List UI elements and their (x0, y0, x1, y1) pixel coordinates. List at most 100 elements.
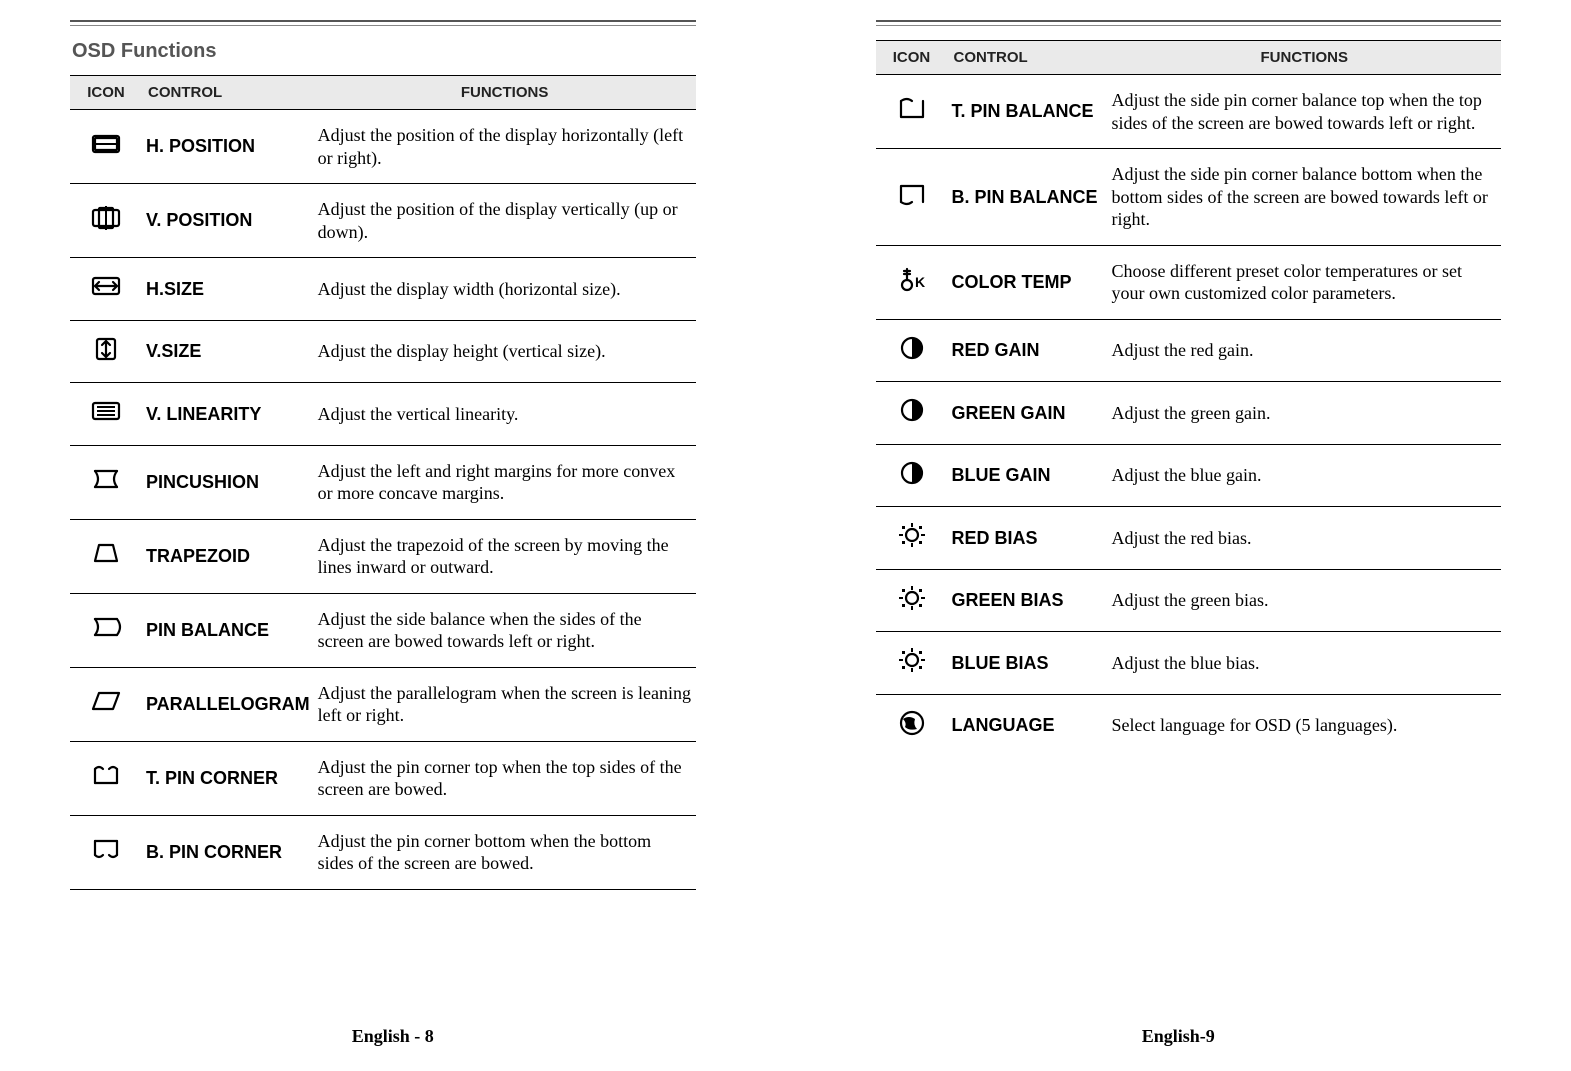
parallelogram-icon (70, 667, 142, 741)
table-row: GREEN GAINAdjust the green gain. (876, 382, 1502, 445)
b-pin-balance-icon (876, 149, 948, 246)
v-linearity-icon (70, 383, 142, 446)
function-desc: Adjust the display width (horizontal siz… (314, 258, 696, 321)
function-desc: Adjust the vertical linearity. (314, 383, 696, 446)
table-row: TRAPEZOIDAdjust the trapezoid of the scr… (70, 519, 696, 593)
red-gain-icon (876, 319, 948, 382)
function-desc: Adjust the side pin corner balance top w… (1108, 75, 1502, 149)
control-label: H.SIZE (142, 258, 314, 321)
control-label: PINCUSHION (142, 445, 314, 519)
function-desc: Adjust the position of the display horiz… (314, 110, 696, 184)
red-bias-icon (876, 507, 948, 570)
function-desc: Adjust the pin corner top when the top s… (314, 741, 696, 815)
v-position-icon (70, 184, 142, 258)
table-header-row: ICON CONTROL FUNCTIONS (70, 76, 696, 110)
function-desc: Adjust the parallelogram when the screen… (314, 667, 696, 741)
h-position-icon (70, 110, 142, 184)
table-row: V. POSITIONAdjust the position of the di… (70, 184, 696, 258)
right-page: ICON CONTROL FUNCTIONS T. PIN BALANCEAdj… (786, 0, 1571, 1071)
table-row: PINCUSHIONAdjust the left and right marg… (70, 445, 696, 519)
table-row: H.SIZEAdjust the display width (horizont… (70, 258, 696, 321)
control-label: H. POSITION (142, 110, 314, 184)
table-row: T. PIN CORNERAdjust the pin corner top w… (70, 741, 696, 815)
page-footer-right: English-9 (786, 1026, 1571, 1047)
table-row: GREEN BIASAdjust the green bias. (876, 569, 1502, 632)
osd-table-left: ICON CONTROL FUNCTIONS H. POSITIONAdjust… (70, 75, 696, 890)
page-footer-left: English - 8 (0, 1026, 786, 1047)
table-row: B. PIN CORNERAdjust the pin corner botto… (70, 815, 696, 889)
control-label: TRAPEZOID (142, 519, 314, 593)
table-row: H. POSITIONAdjust the position of the di… (70, 110, 696, 184)
header-icon: ICON (876, 41, 948, 75)
trapezoid-icon (70, 519, 142, 593)
table-body-left: H. POSITIONAdjust the position of the di… (70, 110, 696, 890)
blue-bias-icon (876, 632, 948, 695)
function-desc: Adjust the display height (vertical size… (314, 320, 696, 383)
function-desc: Adjust the side pin corner balance botto… (1108, 149, 1502, 246)
control-label: T. PIN CORNER (142, 741, 314, 815)
table-row: T. PIN BALANCEAdjust the side pin corner… (876, 75, 1502, 149)
control-label: BLUE GAIN (948, 444, 1108, 507)
control-label: RED GAIN (948, 319, 1108, 382)
function-desc: Adjust the side balance when the sides o… (314, 593, 696, 667)
control-label: PARALLELOGRAM (142, 667, 314, 741)
v-size-icon (70, 320, 142, 383)
function-desc: Adjust the red gain. (1108, 319, 1502, 382)
table-row: KCOLOR TEMPChoose different preset color… (876, 245, 1502, 319)
table-row: RED BIASAdjust the red bias. (876, 507, 1502, 570)
control-label: LANGUAGE (948, 694, 1108, 756)
table-row: V. LINEARITYAdjust the vertical linearit… (70, 383, 696, 446)
table-row: LANGUAGESelect language for OSD (5 langu… (876, 694, 1502, 756)
control-label: T. PIN BALANCE (948, 75, 1108, 149)
control-label: PIN BALANCE (142, 593, 314, 667)
section-title: OSD Functions (72, 40, 696, 63)
function-desc: Adjust the pin corner bottom when the bo… (314, 815, 696, 889)
header-icon: ICON (70, 76, 142, 110)
control-label: V. LINEARITY (142, 383, 314, 446)
table-header-row: ICON CONTROL FUNCTIONS (876, 41, 1502, 75)
function-desc: Adjust the left and right margins for mo… (314, 445, 696, 519)
osd-table-right: ICON CONTROL FUNCTIONS T. PIN BALANCEAdj… (876, 40, 1502, 756)
left-page: OSD Functions ICON CONTROL FUNCTIONS H. … (0, 0, 786, 1071)
language-icon (876, 694, 948, 756)
table-row: BLUE BIASAdjust the blue bias. (876, 632, 1502, 695)
control-label: GREEN BIAS (948, 569, 1108, 632)
control-label: RED BIAS (948, 507, 1108, 570)
h-size-icon (70, 258, 142, 321)
table-row: B. PIN BALANCEAdjust the side pin corner… (876, 149, 1502, 246)
page-spread: OSD Functions ICON CONTROL FUNCTIONS H. … (0, 0, 1571, 1071)
function-desc: Adjust the blue bias. (1108, 632, 1502, 695)
control-label: GREEN GAIN (948, 382, 1108, 445)
control-label: B. PIN CORNER (142, 815, 314, 889)
table-row: PARALLELOGRAMAdjust the parallelogram wh… (70, 667, 696, 741)
table-body-right: T. PIN BALANCEAdjust the side pin corner… (876, 75, 1502, 757)
table-row: PIN BALANCEAdjust the side balance when … (70, 593, 696, 667)
pin-balance-icon (70, 593, 142, 667)
control-label: B. PIN BALANCE (948, 149, 1108, 246)
control-label: BLUE BIAS (948, 632, 1108, 695)
green-gain-icon (876, 382, 948, 445)
top-rule (70, 20, 696, 26)
function-desc: Adjust the position of the display verti… (314, 184, 696, 258)
green-bias-icon (876, 569, 948, 632)
header-functions: FUNCTIONS (314, 76, 696, 110)
header-functions: FUNCTIONS (1108, 41, 1502, 75)
function-desc: Adjust the green bias. (1108, 569, 1502, 632)
svg-text:K: K (915, 274, 925, 290)
t-pin-corner-icon (70, 741, 142, 815)
table-row: BLUE GAINAdjust the blue gain. (876, 444, 1502, 507)
b-pin-corner-icon (70, 815, 142, 889)
function-desc: Adjust the red bias. (1108, 507, 1502, 570)
control-label: V. POSITION (142, 184, 314, 258)
top-rule (876, 20, 1502, 26)
color-temp-icon: K (876, 245, 948, 319)
header-control: CONTROL (142, 76, 314, 110)
control-label: V.SIZE (142, 320, 314, 383)
function-desc: Choose different preset color temperatur… (1108, 245, 1502, 319)
table-row: RED GAINAdjust the red gain. (876, 319, 1502, 382)
header-control: CONTROL (948, 41, 1108, 75)
function-desc: Select language for OSD (5 languages). (1108, 694, 1502, 756)
t-pin-balance-icon (876, 75, 948, 149)
function-desc: Adjust the green gain. (1108, 382, 1502, 445)
blue-gain-icon (876, 444, 948, 507)
